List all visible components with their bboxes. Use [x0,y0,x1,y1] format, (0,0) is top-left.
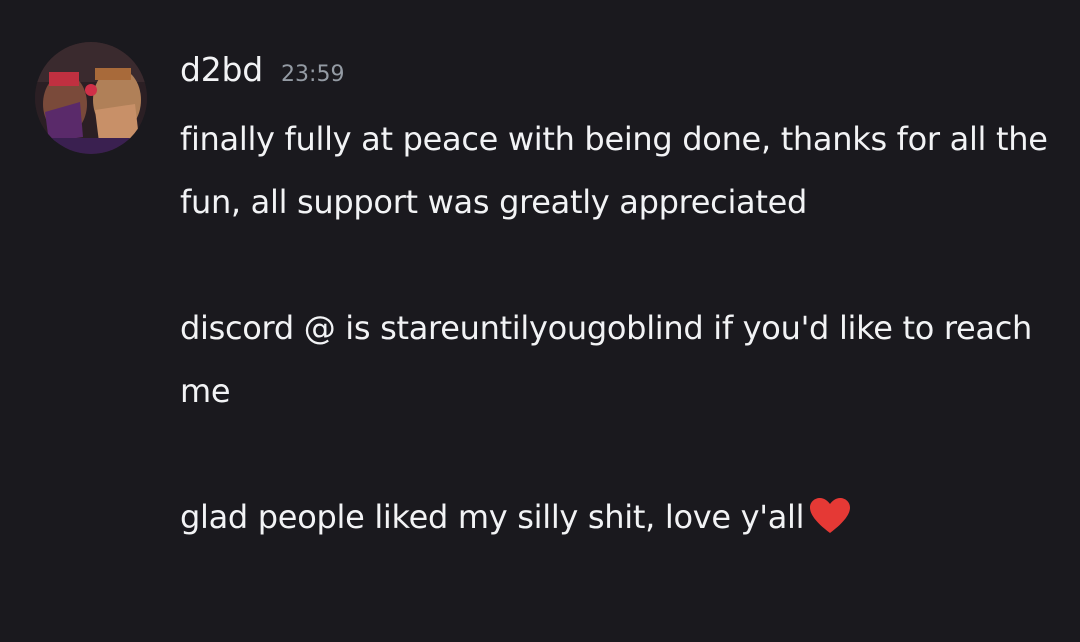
message-content: d2bd 23:59 finally fully at peace with b… [180,50,1060,555]
message-paragraph-last: glad people liked my silly shit, love y'… [180,486,1060,555]
avatar-image [35,42,147,154]
message-header: d2bd 23:59 [180,50,1060,98]
red-heart-emoji[interactable] [810,492,851,555]
message-timestamp[interactable]: 23:59 [281,62,344,87]
message-paragraph-text: glad people liked my silly shit, love y'… [180,498,805,536]
author-name[interactable]: d2bd [180,50,263,89]
chat-message: d2bd 23:59 finally fully at peace with b… [0,0,1080,642]
message-body: finally fully at peace with being done, … [180,108,1060,555]
message-paragraph: discord @ is stareuntilyougoblind if you… [180,309,1032,410]
user-avatar[interactable] [35,42,147,154]
heart-icon [810,498,851,533]
message-paragraph: finally fully at peace with being done, … [180,120,1048,221]
